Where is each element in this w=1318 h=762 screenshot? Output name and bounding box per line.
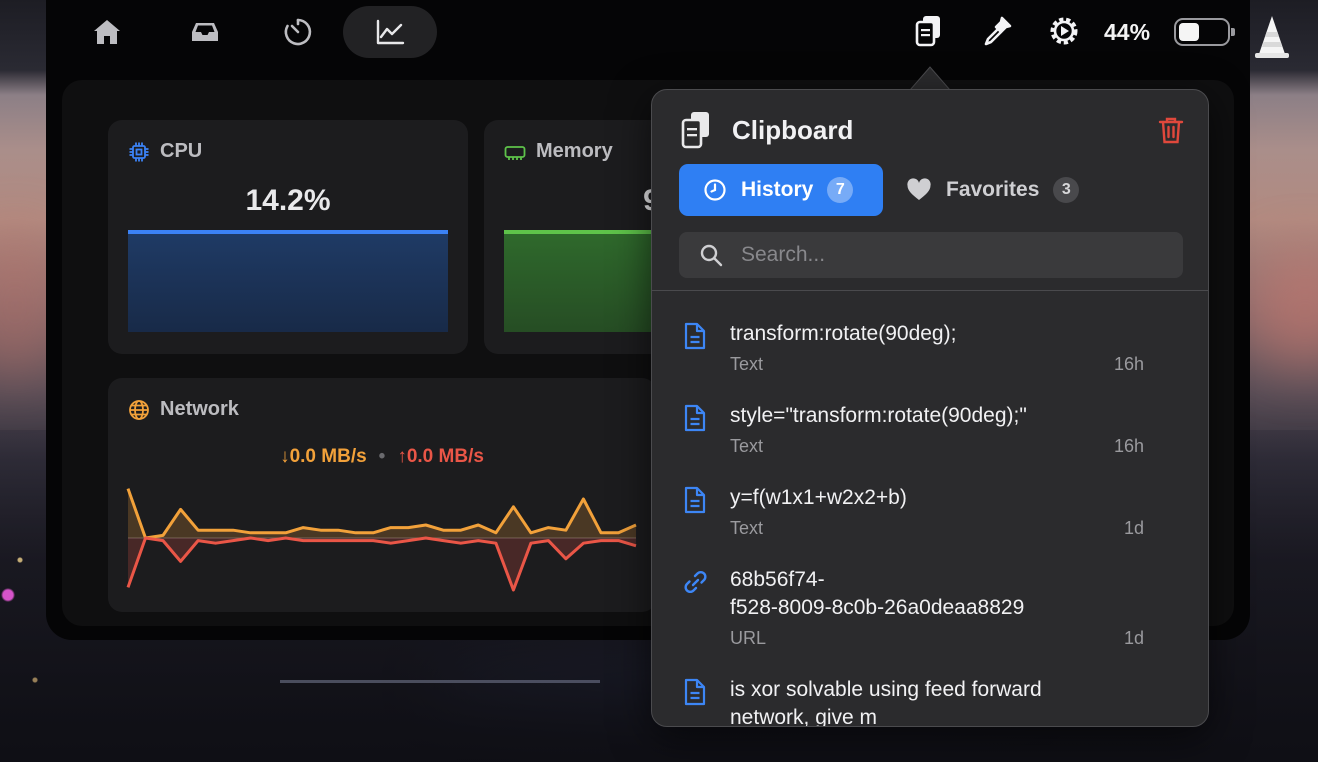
- clipboard-title: Clipboard: [732, 114, 854, 145]
- search-input[interactable]: [741, 243, 1161, 267]
- clipboard-search[interactable]: [679, 232, 1183, 278]
- tab-favorites[interactable]: Favorites 3: [906, 164, 1080, 216]
- tray-clipboard-button[interactable]: [912, 14, 946, 48]
- upload-speed: ↑0.0 MB/s: [397, 446, 484, 467]
- clipboard-item-text: style="transform:rotate(90deg);": [730, 404, 1027, 427]
- clipboard-item-time: 1d: [1123, 628, 1144, 648]
- clipboard-item-text: is xor solvable using feed forward netwo…: [730, 676, 1170, 727]
- speed-separator: •: [378, 446, 386, 467]
- upload-series-area: [128, 538, 636, 590]
- tray-settings-button[interactable]: [1047, 14, 1081, 48]
- link-icon: [684, 570, 707, 594]
- clipboard-item-text-line: network, give m: [730, 706, 878, 727]
- header-divider: [652, 290, 1208, 291]
- cpu-usage-graph: [128, 230, 448, 332]
- timer-icon: [284, 18, 312, 46]
- search-icon: [700, 244, 723, 267]
- cpu-usage-value: 14.2%: [245, 184, 331, 217]
- clipboard-item[interactable]: transform:rotate(90deg); Text 16h: [652, 320, 1208, 384]
- tray-color-picker-button[interactable]: [980, 14, 1014, 48]
- tab-favorites-label: Favorites: [946, 178, 1040, 201]
- settings-gear-icon: [1050, 17, 1078, 45]
- clipboard-item[interactable]: y=f(w1x1+w2x2+b) Text 1d: [652, 484, 1208, 548]
- clock-icon: [704, 179, 726, 201]
- globe-icon: [129, 399, 149, 420]
- network-title: Network: [160, 398, 239, 420]
- battery-level-fill: [1179, 23, 1199, 41]
- tab-history[interactable]: History 7: [679, 164, 883, 216]
- clipboard-popover: Clipboard History 7 Favorites 3 tr: [651, 89, 1209, 727]
- clipboard-item-time: 16h: [1113, 436, 1144, 456]
- nav-home-button[interactable]: [60, 6, 154, 58]
- document-icon: [684, 322, 706, 350]
- home-icon: [94, 20, 120, 44]
- nav-timer-button[interactable]: [251, 6, 345, 58]
- chart-line-icon: [376, 19, 405, 45]
- clipboard-icon: [915, 16, 940, 47]
- clear-history-trash-icon[interactable]: [1158, 116, 1184, 144]
- clipboard-item[interactable]: 68b56f74- f528-8009-8c0b-26a0deaa8829 UR…: [652, 566, 1208, 658]
- network-card[interactable]: Network ↓0.0 MB/s • ↑0.0 MB/s: [108, 378, 656, 612]
- clipboard-icon: [681, 112, 709, 149]
- nav-stats-button[interactable]: [343, 6, 437, 58]
- clipboard-item-type: URL: [730, 628, 767, 648]
- download-series-line: [126, 488, 637, 540]
- tab-history-label: History: [741, 178, 814, 201]
- history-count-badge: 7: [827, 177, 854, 203]
- clipboard-item[interactable]: is xor solvable using feed forward netwo…: [652, 676, 1208, 727]
- cpu-chip-icon: [129, 142, 149, 161]
- memory-chip-icon: [504, 145, 526, 160]
- battery-percentage: 44%: [1104, 19, 1151, 45]
- clipboard-item-text: y=f(w1x1+w2x2+b): [730, 486, 907, 509]
- clipboard-item-time: 1d: [1123, 518, 1144, 538]
- document-icon: [684, 486, 706, 514]
- favorites-count-badge: 3: [1053, 177, 1080, 203]
- cpu-title: CPU: [160, 140, 203, 162]
- clipboard-item-text-line: is xor solvable using feed forward: [730, 678, 1042, 701]
- clipboard-item-text-line: f528-8009-8c0b-26a0deaa8829: [730, 596, 1025, 619]
- inbox-tray-icon: [192, 23, 218, 41]
- document-icon: [684, 404, 706, 432]
- download-speed: ↓0.0 MB/s: [280, 446, 367, 467]
- memory-title: Memory: [536, 140, 613, 162]
- clipboard-item-type: Text: [730, 354, 764, 374]
- clipboard-item[interactable]: style="transform:rotate(90deg);" Text 16…: [652, 402, 1208, 466]
- cpu-card[interactable]: CPU 14.2%: [108, 120, 468, 354]
- clipboard-item-type: Text: [730, 518, 764, 538]
- nav-inbox-button[interactable]: [158, 6, 252, 58]
- top-menu-bar: 44%: [46, 0, 1250, 72]
- clipboard-item-text-line: 68b56f74-: [730, 568, 825, 591]
- network-graph: [126, 488, 637, 592]
- popover-arrow: [910, 66, 950, 90]
- clipboard-item-time: 16h: [1113, 354, 1144, 374]
- battery-indicator: [1174, 18, 1235, 46]
- heart-icon: [907, 178, 931, 200]
- eyedropper-icon: [984, 16, 1012, 46]
- vlc-cone-icon[interactable]: [1252, 14, 1292, 60]
- clipboard-item-text: transform:rotate(90deg);: [730, 322, 957, 345]
- clipboard-item-type: Text: [730, 436, 764, 456]
- network-speeds: ↓0.0 MB/s • ↑0.0 MB/s: [108, 446, 656, 468]
- clipboard-item-text: 68b56f74- f528-8009-8c0b-26a0deaa8829: [730, 566, 1170, 622]
- document-icon: [684, 678, 706, 706]
